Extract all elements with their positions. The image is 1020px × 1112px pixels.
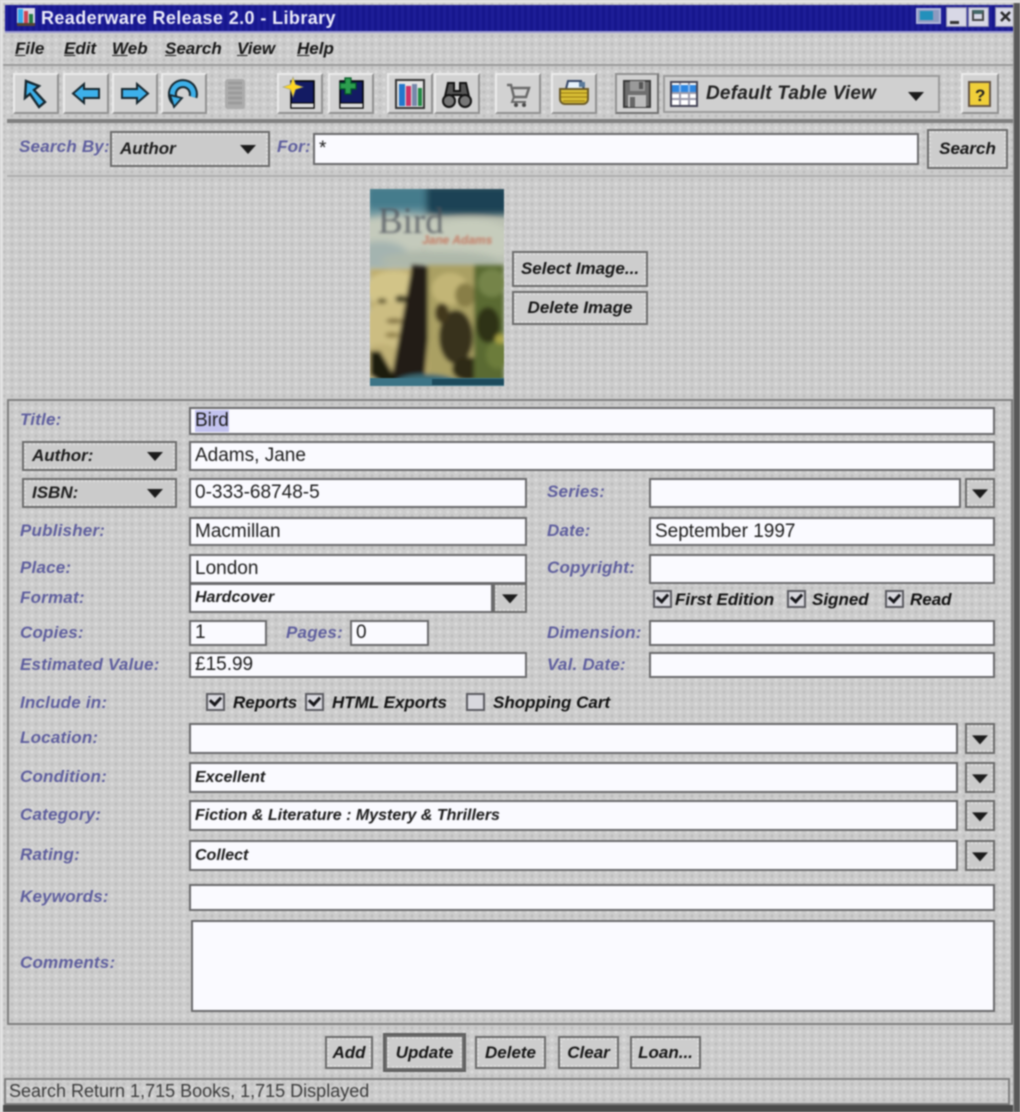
svg-text:Jane Adams: Jane Adams <box>422 233 493 247</box>
svg-text:?: ? <box>975 86 985 105</box>
